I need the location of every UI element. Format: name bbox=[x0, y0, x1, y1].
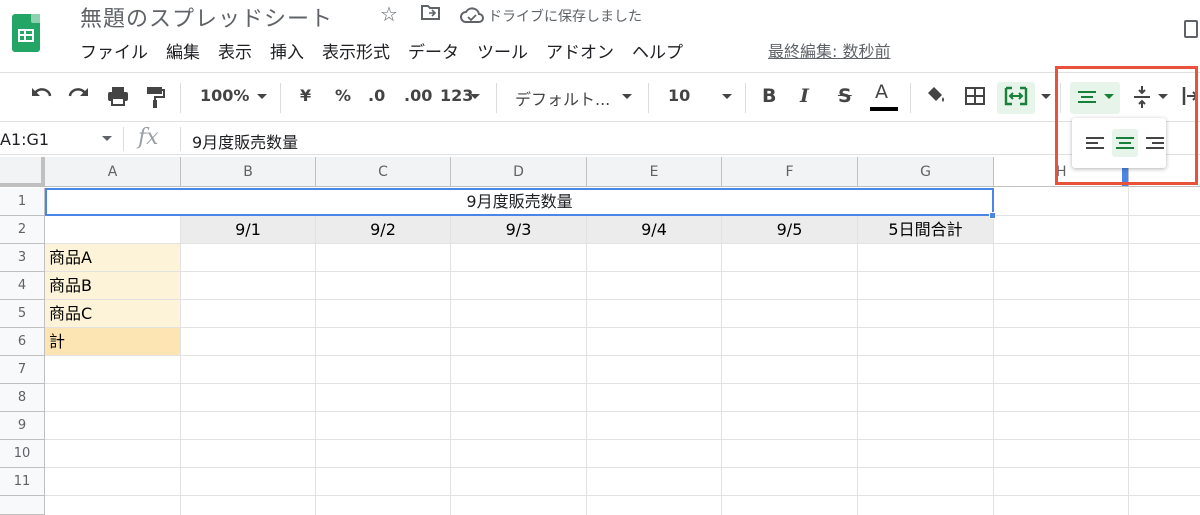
font-select[interactable]: デフォルト... bbox=[515, 86, 610, 110]
font-size-select[interactable]: 10 bbox=[668, 86, 690, 105]
merge-caret-icon[interactable] bbox=[1041, 94, 1051, 99]
save-status: ドライブに保存しました bbox=[488, 9, 642, 25]
formula-input[interactable]: 9月度販売数量 bbox=[192, 129, 298, 153]
zoom-select[interactable]: 100% bbox=[200, 86, 249, 105]
fill-handle[interactable] bbox=[989, 212, 996, 219]
increase-decimal-button[interactable]: .00 bbox=[404, 86, 432, 105]
borders-icon[interactable] bbox=[964, 86, 986, 110]
undo-icon[interactable] bbox=[30, 83, 54, 109]
merged-title-cell[interactable]: 9月度販売数量 bbox=[45, 188, 994, 216]
redo-icon[interactable] bbox=[66, 83, 90, 109]
print-icon[interactable] bbox=[106, 85, 130, 111]
cloud-done-icon bbox=[460, 5, 484, 29]
menu-help[interactable]: ヘルプ bbox=[632, 38, 683, 63]
more-formats-button[interactable]: 123 bbox=[440, 86, 473, 105]
sheets-logo-icon[interactable] bbox=[12, 14, 40, 52]
menu-file[interactable]: ファイル bbox=[80, 38, 148, 63]
toolbar: 100% ¥ % .0 .00 123 デフォルト... 10 B I S A bbox=[0, 72, 1200, 122]
zoom-caret-icon[interactable] bbox=[257, 94, 267, 99]
text-color-swatch bbox=[870, 107, 898, 111]
bold-button[interactable]: B bbox=[762, 85, 776, 107]
fill-color-icon[interactable] bbox=[924, 85, 948, 111]
fx-icon: fx bbox=[138, 125, 159, 150]
percent-format-button[interactable]: % bbox=[335, 86, 351, 105]
menu-addons[interactable]: アドオン bbox=[546, 38, 614, 63]
font-caret-icon[interactable] bbox=[622, 94, 632, 99]
merge-cells-icon[interactable] bbox=[1004, 86, 1028, 110]
star-icon[interactable]: ☆ bbox=[380, 2, 398, 26]
spreadsheet-grid: A B C D E F G H 1 2 3 4 5 6 7 8 9 10 11 … bbox=[0, 157, 1200, 515]
strikethrough-button[interactable]: S bbox=[838, 85, 852, 107]
last-edit-link[interactable]: 最終編集: 数秒前 bbox=[768, 38, 890, 62]
menu-data[interactable]: データ bbox=[408, 38, 459, 63]
menu-view[interactable]: 表示 bbox=[218, 38, 252, 63]
more-formats-caret-icon[interactable] bbox=[470, 94, 480, 99]
menu-insert[interactable]: 挿入 bbox=[270, 38, 304, 63]
menu-bar: ファイル 編集 表示 挿入 表示形式 データ ツール アドオン ヘルプ bbox=[80, 38, 701, 63]
formula-bar: A1:G1 fx 9月度販売数量 bbox=[0, 123, 1200, 155]
doc-title[interactable]: 無題のスプレッドシート bbox=[80, 1, 333, 33]
menu-tools[interactable]: ツール bbox=[477, 38, 528, 63]
font-size-caret-icon[interactable] bbox=[722, 94, 732, 99]
italic-button[interactable]: I bbox=[800, 85, 809, 107]
text-color-button[interactable]: A bbox=[875, 81, 888, 103]
name-box[interactable]: A1:G1 bbox=[0, 130, 49, 149]
menu-edit[interactable]: 編集 bbox=[166, 38, 200, 63]
decrease-decimal-button[interactable]: .0 bbox=[368, 86, 385, 105]
paint-format-icon[interactable] bbox=[144, 85, 166, 113]
currency-format-button[interactable]: ¥ bbox=[300, 86, 311, 105]
annotation-highlight-box bbox=[1055, 66, 1198, 185]
comment-history-icon[interactable] bbox=[1184, 20, 1198, 38]
name-box-caret-icon[interactable] bbox=[102, 136, 112, 141]
menu-format[interactable]: 表示形式 bbox=[322, 38, 390, 63]
move-folder-icon[interactable] bbox=[420, 2, 442, 27]
